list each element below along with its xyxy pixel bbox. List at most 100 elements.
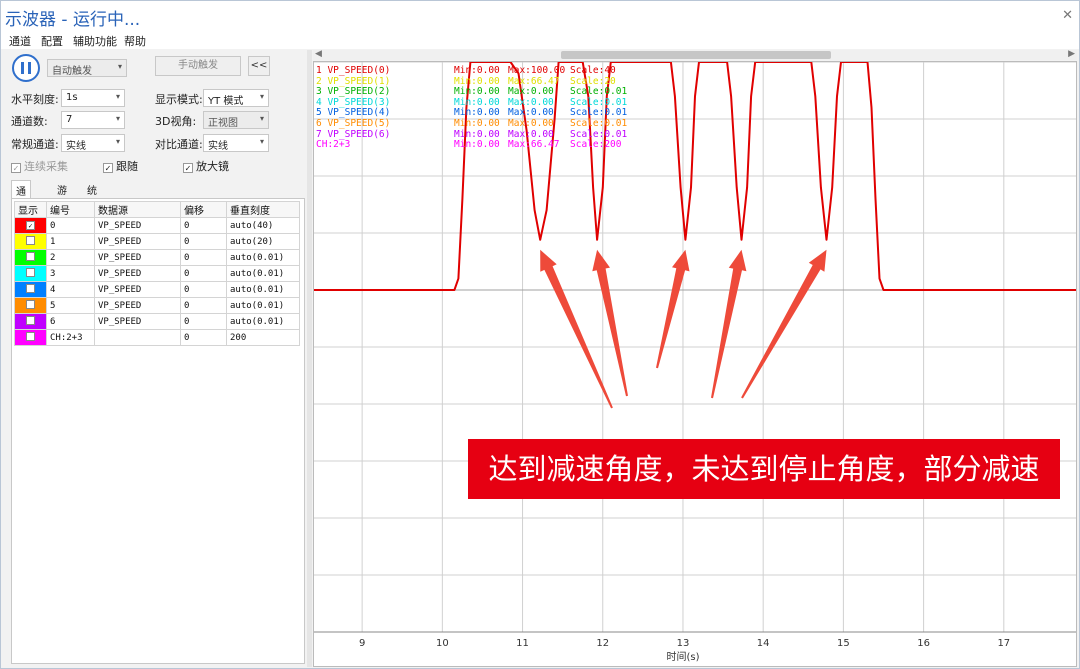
channel-color-cell[interactable]: [14, 329, 47, 346]
channel-color-cell[interactable]: [14, 281, 47, 298]
channel-color-cell[interactable]: [14, 265, 47, 282]
table-row[interactable]: 1 VP_SPEED 0 auto(20): [14, 233, 300, 250]
chevron-down-icon: ▾: [115, 137, 120, 146]
annotation-callout: 达到减速角度，未达到停止角度，部分减速: [468, 439, 1060, 499]
legend-min: Min:0.00: [454, 118, 500, 129]
channel-vscale: auto(20): [226, 233, 300, 250]
show-channel-checkbox[interactable]: ✓: [26, 220, 35, 230]
channel-offset: 0: [180, 233, 227, 250]
display-mode-label: 显示模式:: [155, 93, 203, 106]
display-mode-select[interactable]: YT 模式 ▾: [203, 89, 269, 107]
channel-source: VP_SPEED: [94, 217, 181, 234]
waveform-svg: 9 10 11 12 13 14 15 16 17 时间(s): [314, 62, 1076, 663]
window-title: 示波器 - 运行中...: [5, 10, 141, 30]
annotation-arrow: [656, 249, 690, 369]
show-channel-checkbox[interactable]: [26, 331, 35, 341]
table-row[interactable]: 2 VP_SPEED 0 auto(0.01): [14, 249, 300, 266]
channel-vscale: auto(0.01): [226, 313, 300, 330]
channel-color-cell[interactable]: [14, 313, 47, 330]
menu-tools[interactable]: 辅助功能: [73, 33, 117, 49]
collapse-panel-button[interactable]: <<: [248, 56, 270, 76]
menu-bar: 通道 配置 辅助功能 帮助: [1, 31, 1079, 49]
show-channel-checkbox[interactable]: [26, 315, 35, 325]
panel-splitter[interactable]: [307, 50, 312, 667]
table-row[interactable]: CH:2+3 0 200: [14, 329, 300, 346]
channel-offset: 0: [180, 265, 227, 282]
legend-name: CH:2+3: [316, 139, 351, 151]
trigger-mode-select[interactable]: 自动触发 ▾: [47, 59, 127, 77]
table-row[interactable]: 4 VP_SPEED 0 auto(0.01): [14, 281, 300, 298]
oscilloscope-plot[interactable]: 9 10 11 12 13 14 15 16 17 时间(s) 1 VP_SPEED(0) Min:…: [313, 61, 1077, 667]
table-row[interactable]: 6 VP_SPEED 0 auto(0.01): [14, 313, 300, 330]
col-display: 显示: [14, 201, 47, 218]
channel-color-cell[interactable]: [14, 297, 47, 314]
control-panel: 自动触发 ▾ 手动触发 << 水平刻度: 1s ▾ 显示模式: YT 模式 ▾ …: [5, 50, 307, 667]
normal-channel-label: 常规通道:: [11, 138, 59, 151]
legend-min: Min:0.00: [454, 65, 500, 76]
continuous-checkbox[interactable]: ✓ 连续采集: [11, 158, 68, 174]
x-tick-label: 11: [516, 638, 529, 649]
pause-button[interactable]: [12, 54, 40, 82]
magnifier-checkbox[interactable]: ✓ 放大镜: [183, 158, 229, 174]
chevron-down-icon: ▾: [115, 114, 120, 123]
channel-color-cell[interactable]: [14, 249, 47, 266]
channel-offset: 0: [180, 281, 227, 298]
scroll-right-icon[interactable]: ▶: [1068, 49, 1075, 59]
continuous-label: 连续采集: [24, 160, 68, 173]
legend-scale: Scale:0.01: [570, 118, 628, 129]
h-scale-select[interactable]: 1s ▾: [61, 89, 125, 107]
menu-help[interactable]: 帮助: [124, 33, 146, 49]
view3d-label: 3D视角:: [155, 115, 197, 128]
check-icon: ✓: [103, 163, 113, 173]
show-channel-checkbox[interactable]: [26, 267, 35, 277]
show-channel-checkbox[interactable]: [26, 251, 35, 261]
table-row[interactable]: 5 VP_SPEED 0 auto(0.01): [14, 297, 300, 314]
menu-channel[interactable]: 通道: [9, 33, 31, 49]
title-bar: 示波器 - 运行中... ✕: [1, 1, 1079, 31]
show-channel-checkbox[interactable]: [26, 299, 35, 309]
channel-id: 5: [46, 297, 95, 314]
channel-offset: 0: [180, 217, 227, 234]
normal-channel-select[interactable]: 实线 ▾: [61, 134, 125, 152]
channel-id: 2: [46, 249, 95, 266]
tab-statistics[interactable]: 统计: [83, 180, 101, 212]
tab-channels[interactable]: 通道号: [11, 180, 31, 228]
compare-channel-value: 实线: [208, 141, 228, 152]
h-scale-value: 1s: [66, 92, 78, 103]
menu-config[interactable]: 配置: [41, 33, 63, 49]
channel-source: VP_SPEED: [94, 249, 181, 266]
scrollbar-thumb[interactable]: [561, 51, 831, 59]
close-icon[interactable]: ✕: [1062, 8, 1073, 23]
horizontal-scrollbar[interactable]: ◀ ▶: [313, 49, 1077, 60]
table-header-row: 显示 编号 数据源 偏移 垂直刻度: [14, 201, 300, 218]
channel-offset: 0: [180, 329, 227, 346]
chevron-down-icon: ▾: [117, 62, 122, 71]
follow-checkbox[interactable]: ✓ 跟随: [103, 158, 138, 174]
show-channel-checkbox[interactable]: [26, 283, 35, 293]
channel-color-cell[interactable]: ✓: [14, 217, 47, 234]
magnifier-label: 放大镜: [196, 160, 229, 173]
compare-channel-select[interactable]: 实线 ▾: [203, 134, 269, 152]
oscilloscope-window: 示波器 - 运行中... ✕ 通道 配置 辅助功能 帮助 自动触发 ▾ 手动触发…: [0, 0, 1080, 669]
table-row[interactable]: 3 VP_SPEED 0 auto(0.01): [14, 265, 300, 282]
channel-vscale: auto(0.01): [226, 297, 300, 314]
channel-offset: 0: [180, 313, 227, 330]
show-channel-checkbox[interactable]: [26, 235, 35, 245]
chevron-down-icon: ▾: [259, 114, 264, 123]
channel-id: CH:2+3: [46, 329, 95, 346]
x-tick-label: 17: [997, 638, 1010, 649]
view3d-select[interactable]: 正视图 ▾: [203, 111, 269, 129]
legend-max: Max:66.47: [508, 139, 560, 151]
scroll-left-icon[interactable]: ◀: [315, 49, 322, 59]
pause-icon: [21, 62, 24, 74]
manual-trigger-button[interactable]: 手动触发: [155, 56, 241, 76]
col-source: 数据源: [94, 201, 181, 218]
tab-cursor[interactable]: 游标: [53, 180, 71, 212]
chevron-down-icon: ▾: [259, 92, 264, 101]
table-row[interactable]: ✓ 0 VP_SPEED 0 auto(40): [14, 217, 300, 234]
channel-id: 4: [46, 281, 95, 298]
channel-count-select[interactable]: 7 ▾: [61, 111, 125, 129]
channel-source: VP_SPEED: [94, 281, 181, 298]
channel-color-cell[interactable]: [14, 233, 47, 250]
channel-vscale: auto(40): [226, 217, 300, 234]
